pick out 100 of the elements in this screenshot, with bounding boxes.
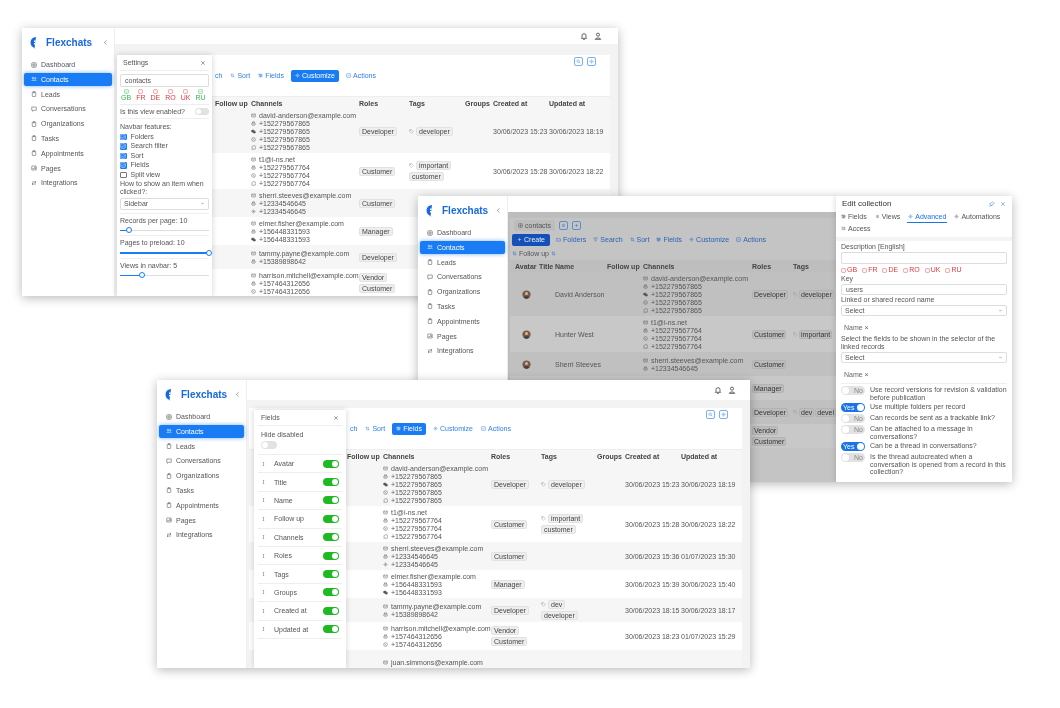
pin-icon[interactable] [989, 200, 995, 207]
avatar [522, 329, 531, 339]
checkbox[interactable] [120, 171, 127, 178]
drag-handle-icon[interactable] [261, 552, 266, 559]
arrows-icon [31, 179, 37, 186]
user-icon[interactable] [594, 32, 602, 40]
checkbox-icon[interactable] [198, 89, 203, 94]
checkbox-icon[interactable] [862, 267, 868, 273]
clipboard-icon [166, 472, 172, 479]
toggle-switch[interactable] [195, 108, 209, 115]
toggle-switch[interactable] [323, 570, 339, 579]
user-icon[interactable] [728, 386, 736, 394]
checkbox[interactable] [120, 143, 127, 150]
clipboard-icon [166, 443, 172, 450]
mail-icon [383, 603, 388, 609]
clipboard-icon [427, 259, 433, 266]
drag-handle-icon[interactable] [261, 626, 266, 633]
close-icon[interactable] [1000, 200, 1006, 207]
toggle-switch[interactable] [323, 533, 339, 542]
list-icon [874, 214, 880, 219]
checkbox-icon[interactable] [152, 89, 158, 94]
collapse-icon[interactable] [495, 206, 502, 214]
phone-circle-icon [383, 489, 388, 495]
sort-icon [365, 426, 371, 431]
toggle-switch[interactable] [323, 625, 339, 634]
tag-icon [541, 602, 546, 607]
clipboard-icon [427, 303, 433, 310]
phone-icon [251, 164, 256, 170]
sort-icon [550, 251, 556, 256]
caret-icon [200, 201, 205, 206]
slider-thumb[interactable] [125, 227, 132, 233]
checkbox-icon [736, 237, 742, 242]
text-area[interactable] [841, 252, 1007, 264]
drag-handle-icon[interactable] [261, 497, 266, 504]
mail-icon [251, 192, 256, 198]
toggle-switch[interactable] [323, 514, 339, 523]
collapse-icon[interactable] [102, 38, 109, 46]
drag-handle-icon[interactable] [261, 534, 266, 541]
list-button[interactable] [559, 220, 569, 230]
checkbox-icon[interactable] [924, 267, 930, 273]
chat-bubble-icon [643, 307, 648, 313]
bell-icon[interactable] [580, 32, 588, 40]
checkbox[interactable] [120, 152, 127, 159]
people-icon [31, 76, 37, 83]
toggle-switch[interactable] [323, 478, 339, 487]
search-button[interactable] [574, 57, 583, 66]
drag-handle-icon[interactable] [261, 571, 266, 578]
clipboard-icon [31, 135, 37, 142]
toggle-switch[interactable] [323, 588, 339, 597]
mail-icon [383, 573, 388, 579]
phone-icon [383, 633, 388, 639]
search-button[interactable] [706, 410, 715, 419]
close-icon[interactable] [200, 59, 206, 66]
checkbox-icon[interactable] [841, 267, 846, 273]
brand-name: Flexchats [46, 36, 94, 48]
tag-icon [541, 481, 546, 487]
checkbox-icon[interactable] [903, 267, 909, 273]
phone-icon [383, 581, 388, 587]
phone-icon [251, 258, 256, 264]
bell-icon[interactable] [714, 386, 722, 394]
toggle-switch[interactable] [323, 459, 339, 468]
drag-handle-icon[interactable] [261, 589, 266, 596]
slider-thumb[interactable] [139, 272, 146, 278]
add-button[interactable] [572, 220, 582, 230]
checkbox-icon[interactable] [183, 89, 189, 94]
plus-icon [517, 237, 522, 242]
settings-button[interactable] [719, 410, 728, 419]
list-icon [561, 222, 567, 228]
toggle-switch[interactable] [323, 496, 339, 505]
brand-name: Flexchats [181, 388, 229, 400]
mail-icon [643, 319, 648, 325]
phone-circle-icon [251, 288, 256, 294]
slider-thumb[interactable] [206, 249, 212, 256]
settings-button[interactable] [587, 57, 596, 66]
drag-handle-icon[interactable] [261, 460, 266, 467]
checkbox-icon[interactable] [882, 267, 888, 273]
grid-icon [166, 413, 172, 420]
checkbox[interactable] [120, 133, 127, 140]
drag-handle-icon[interactable] [261, 515, 266, 522]
mail-icon [643, 275, 648, 281]
collapse-icon[interactable] [234, 390, 241, 398]
drag-handle-icon[interactable] [261, 607, 266, 614]
mail-icon [383, 509, 388, 515]
toggle-switch[interactable] [323, 551, 339, 560]
drag-handle-icon[interactable] [261, 479, 266, 486]
brand-name: Flexchats [442, 204, 490, 216]
toggle-switch[interactable] [323, 606, 339, 615]
close-icon[interactable] [333, 414, 339, 421]
checkbox-icon[interactable] [123, 89, 129, 94]
checkbox-icon[interactable] [138, 89, 144, 94]
clipboard-icon [166, 487, 172, 494]
phone-circle-icon [251, 172, 256, 178]
checkbox-icon[interactable] [945, 267, 951, 273]
image-icon [166, 517, 172, 524]
toggle-switch[interactable] [261, 441, 277, 449]
chat-icon [166, 457, 172, 464]
checkbox-icon[interactable] [167, 89, 173, 94]
checkbox[interactable] [120, 162, 127, 169]
image-icon [427, 333, 433, 340]
plus-icon [574, 222, 580, 228]
